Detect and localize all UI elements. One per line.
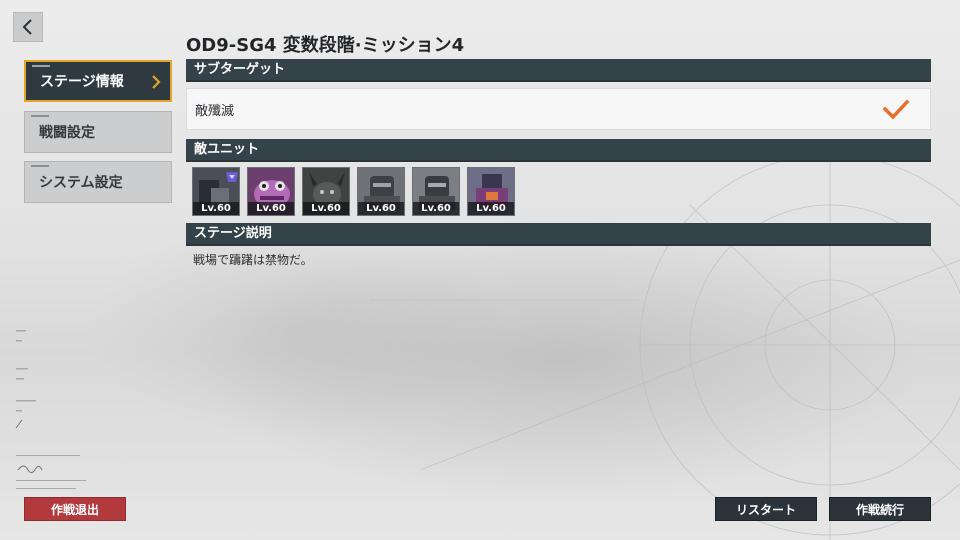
unit-level: Lv.60 [468,202,514,215]
checkmark-icon [882,99,910,120]
sidebar-item-label: システム設定 [39,175,123,191]
chevron-right-icon [152,75,161,89]
restart-button[interactable]: リスタート [715,497,817,521]
enemy-unit-list: Lv.60 Lv.60 Lv.60 Lv.60 Lv.60 Lv.60 [192,167,515,216]
enemy-unit-portrait[interactable]: Lv.60 [467,167,515,216]
enemy-unit-portrait[interactable]: Lv.60 [412,167,460,216]
tiny-marker [32,65,50,67]
unit-level: Lv.60 [248,202,294,215]
enemy-unit-portrait[interactable]: Lv.60 [302,167,350,216]
tiny-marker [31,115,49,117]
sidebar-item-label: ステージ情報 [40,74,124,90]
unit-level: Lv.60 [193,202,239,215]
enemy-unit-portrait[interactable]: Lv.60 [247,167,295,216]
continue-mission-button[interactable]: 作戦続行 [829,497,931,521]
page-title: OD9-SG4 変数段階·ミッション4 [186,35,465,56]
sidebar-item-system-settings[interactable]: システム設定 [24,161,172,203]
enemy-units-header: 敵ユニット [186,139,931,162]
unit-level: Lv.60 [303,202,349,215]
sidebar-item-stage-info[interactable]: ステージ情報 [24,60,172,102]
enemy-unit-portrait[interactable]: Lv.60 [192,167,240,216]
unit-level: Lv.60 [413,202,459,215]
sub-target-text: 敵殲滅 [195,103,235,119]
sidebar-item-battle-settings[interactable]: 戦闘設定 [24,111,172,153]
tiny-marker [31,165,49,167]
stage-description-header: ステージ説明 [186,223,931,246]
unit-level: Lv.60 [358,202,404,215]
enemy-unit-portrait[interactable]: Lv.60 [357,167,405,216]
back-button[interactable] [13,12,43,42]
exit-mission-button[interactable]: 作戦退出 [24,497,126,521]
sub-target-row: 敵殲滅 [186,88,931,130]
sub-target-header: サブターゲット [186,59,931,82]
sidebar-item-label: 戦闘設定 [39,125,95,141]
chevron-left-icon [22,19,32,35]
stage-description-text: 戦場で躊躇は禁物だ。 [193,253,313,267]
